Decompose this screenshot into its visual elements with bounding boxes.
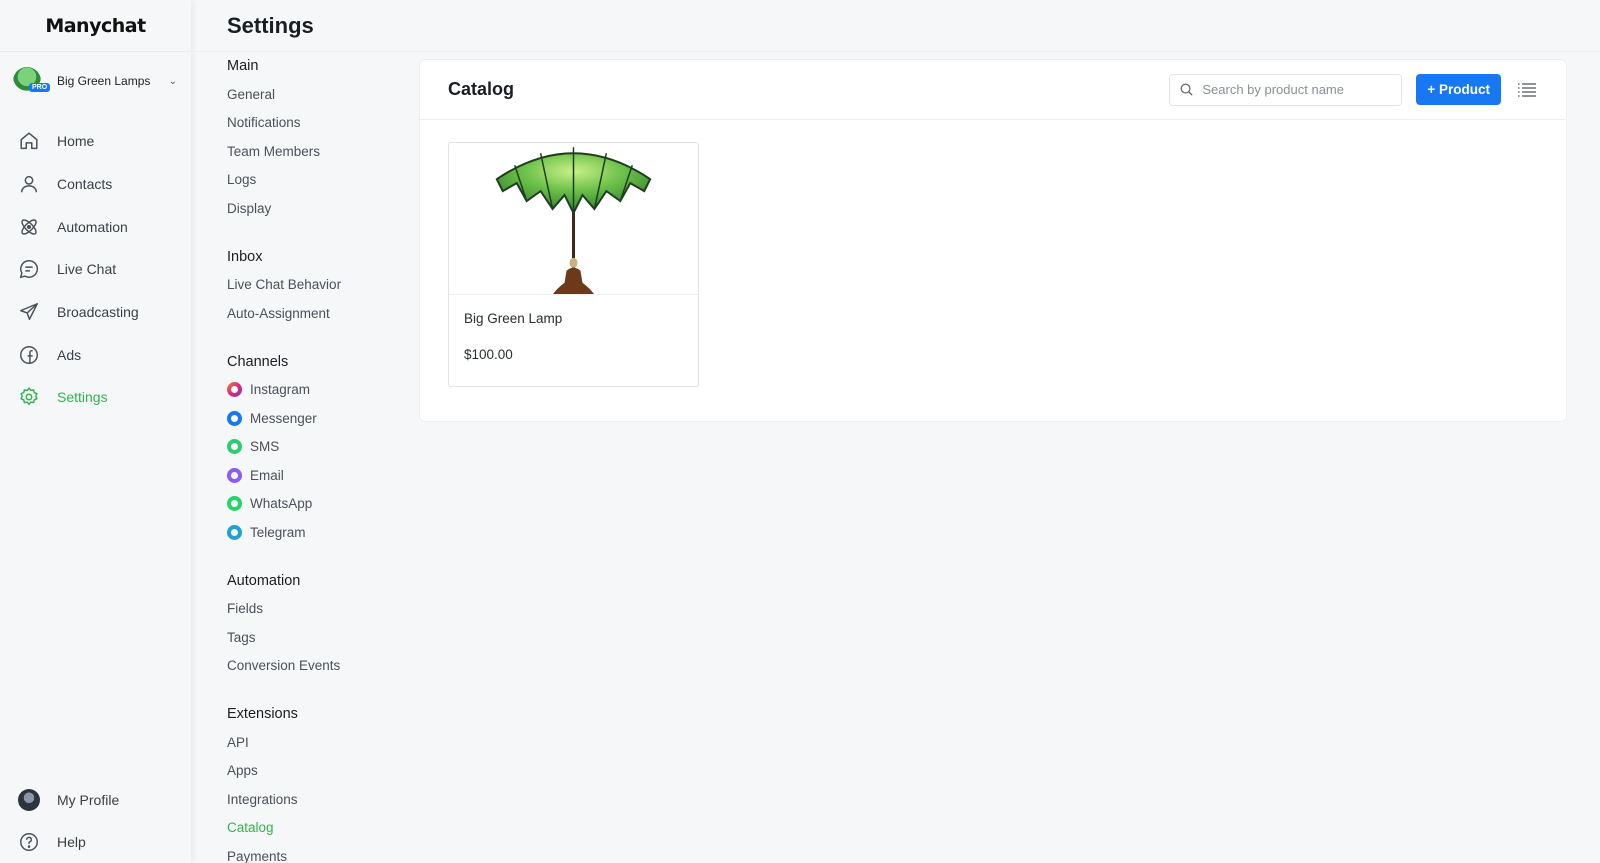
menu-item-notifications[interactable]: Notifications	[227, 109, 407, 138]
channel-label: Instagram	[250, 382, 311, 398]
list-view-icon[interactable]	[1517, 82, 1537, 98]
avatar	[18, 789, 40, 811]
catalog-title: Catalog	[448, 79, 515, 99]
menu-item-telegram[interactable]: Telegram	[227, 518, 407, 547]
menu-item-display[interactable]: Display	[227, 194, 407, 223]
menu-item-api[interactable]: API	[227, 728, 407, 757]
chevron-down-icon[interactable]: ⌄	[169, 76, 177, 87]
settings-menu: Main General Notifications Team Members …	[227, 52, 407, 863]
menu-group-inbox: Inbox Live Chat Behavior Auto-Assignment	[227, 243, 407, 328]
home-icon	[20, 132, 38, 150]
group-title: Inbox	[227, 248, 263, 265]
whatsapp-icon	[227, 496, 242, 512]
group-title: Extensions	[227, 706, 298, 722]
messenger-icon	[227, 410, 242, 426]
channel-label: Telegram	[250, 524, 306, 540]
telegram-icon	[227, 524, 242, 540]
nav-label: Home	[57, 133, 95, 150]
pro-badge: PRO	[29, 83, 51, 92]
channel-label: WhatsApp	[250, 496, 313, 512]
menu-item-integrations[interactable]: Integrations	[227, 785, 407, 814]
menu-item-logs[interactable]: Logs	[227, 166, 407, 195]
nav-label: My Profile	[57, 792, 120, 808]
account-name: Big Green Lamps	[57, 74, 151, 88]
menu-item-whatsapp[interactable]: WhatsApp	[227, 490, 407, 519]
menu-item-fields[interactable]: Fields	[227, 595, 407, 624]
account-switcher[interactable]: PRO Big Green Lamps ⌄	[0, 52, 191, 110]
menu-item-messenger[interactable]: Messenger	[227, 404, 407, 433]
menu-group-automation: Automation Fields Tags Conversion Events	[227, 567, 407, 681]
product-image	[449, 143, 698, 295]
automation-icon	[21, 219, 37, 235]
product-price: $100.00	[464, 347, 513, 362]
channel-label: SMS	[250, 439, 280, 455]
menu-group-main: Main General Notifications Team Members …	[227, 52, 407, 223]
menu-item-live-chat-behavior[interactable]: Live Chat Behavior	[227, 271, 407, 300]
nav-item-settings[interactable]: Settings	[0, 376, 191, 419]
nav-item-live-chat[interactable]: Live Chat	[0, 248, 191, 291]
nav-item-ads[interactable]: Ads	[0, 333, 191, 376]
menu-item-instagram[interactable]: Instagram	[227, 376, 407, 405]
nav-label: Live Chat	[57, 261, 117, 278]
menu-group-extensions: Extensions API Apps Integrations Catalog…	[227, 700, 407, 863]
menu-item-general[interactable]: General	[227, 80, 407, 109]
nav-item-home[interactable]: Home	[0, 120, 191, 163]
add-product-button[interactable]: + Product	[1416, 74, 1501, 105]
nav-item-automation[interactable]: Automation	[0, 205, 191, 248]
menu-group-channels: Channels Instagram Messenger SMS Email W…	[227, 348, 407, 547]
facebook-icon	[20, 345, 38, 364]
search-icon	[1180, 83, 1193, 96]
menu-item-payments[interactable]: Payments	[227, 842, 407, 863]
group-title: Main	[227, 58, 259, 74]
menu-item-apps[interactable]: Apps	[227, 757, 407, 786]
channel-label: Messenger	[250, 410, 317, 426]
catalog-panel: Catalog + Product	[419, 59, 1567, 422]
account-avatar: PRO	[13, 67, 51, 95]
menu-item-tags[interactable]: Tags	[227, 623, 407, 652]
sms-icon	[227, 439, 242, 455]
menu-item-catalog[interactable]: Catalog	[227, 814, 407, 843]
nav-item-my-profile[interactable]: My Profile	[0, 779, 191, 821]
product-card[interactable]: Big Green Lamp $100.00	[448, 142, 699, 387]
left-navigation: Manychat PRO Big Green Lamps ⌄ Home Cont…	[0, 0, 191, 863]
catalog-header: Catalog + Product	[420, 60, 1566, 120]
nav-label: Ads	[57, 346, 82, 363]
nav-item-contacts[interactable]: Contacts	[0, 163, 191, 206]
nav-item-help[interactable]: Help	[0, 821, 191, 863]
instagram-icon	[227, 382, 242, 398]
group-title: Channels	[227, 353, 289, 370]
manychat-logo[interactable]: Manychat	[0, 0, 191, 52]
gear-icon	[20, 387, 38, 406]
email-icon	[227, 467, 242, 483]
nav-label: Contacts	[57, 176, 113, 193]
menu-item-sms[interactable]: SMS	[227, 433, 407, 462]
group-title: Automation	[227, 572, 301, 589]
product-name: Big Green Lamp	[464, 311, 563, 326]
nav-label: Broadcasting	[57, 304, 139, 321]
help-icon	[20, 833, 38, 851]
chat-bubble-icon	[19, 260, 39, 279]
nav-item-broadcasting[interactable]: Broadcasting	[0, 291, 191, 334]
lamp-image	[495, 147, 652, 294]
nav-label: Automation	[57, 218, 128, 235]
page-title: Settings	[227, 13, 314, 38]
nav-label: Help	[57, 834, 86, 850]
search-box[interactable]	[1169, 73, 1403, 106]
menu-item-email[interactable]: Email	[227, 461, 407, 490]
user-icon	[20, 175, 38, 193]
search-input[interactable]	[1202, 82, 1393, 97]
menu-item-conversion-events[interactable]: Conversion Events	[227, 652, 407, 681]
send-icon	[20, 303, 38, 321]
channel-label: Email	[250, 467, 284, 483]
menu-item-auto-assignment[interactable]: Auto-Assignment	[227, 299, 407, 328]
nav-label: Settings	[57, 389, 108, 406]
menu-item-team-members[interactable]: Team Members	[227, 137, 407, 166]
